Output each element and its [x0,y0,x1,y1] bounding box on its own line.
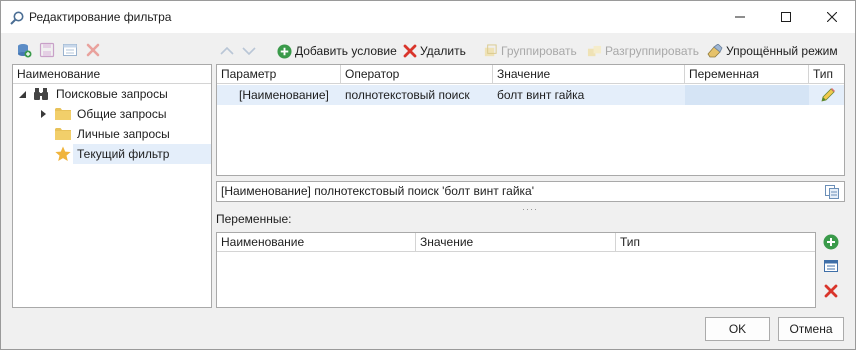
column-header-parameter[interactable]: Параметр [217,65,341,84]
column-header-operator[interactable]: Оператор [341,65,493,84]
delete-variable-button[interactable] [822,282,840,300]
tree-item-label: Личные запросы [77,127,170,141]
add-query-icon [18,44,32,58]
expression-field[interactable]: [Наименование] полнотекстовый поиск 'бол… [216,181,845,202]
column-header-name[interactable]: Наименование [217,233,416,252]
maximize-button[interactable] [763,1,809,33]
properties-icon [63,44,77,56]
add-variable-button[interactable] [822,233,840,251]
column-header-type[interactable]: Тип [809,65,844,84]
group-icon [484,43,497,56]
move-up-button[interactable] [220,41,234,61]
edit-variable-button[interactable] [822,257,840,275]
cell-variable[interactable] [685,85,809,105]
chevron-up-icon [220,46,234,55]
group-button[interactable]: Группировать [483,41,577,61]
add-query-button[interactable] [15,41,33,59]
minimize-icon [735,16,745,18]
delete-icon [824,284,838,298]
add-condition-label: Добавить условие [295,44,397,58]
star-icon [55,146,71,161]
title-bar: Редактирование фильтра [1,1,855,33]
close-icon [827,12,837,22]
minimize-button[interactable] [717,1,763,33]
pencil-icon[interactable] [820,87,836,103]
delete-icon [403,44,417,58]
cell-type[interactable] [809,85,844,105]
tree-item-personal-queries[interactable]: Личные запросы [13,124,211,144]
copy-icon[interactable] [824,184,840,200]
tree-item-label: Общие запросы [77,107,167,121]
ungroup-icon [587,45,602,56]
folder-icon [55,128,71,140]
filter-editor-window: Редактирование фильтра Наименование Поис… [0,0,856,350]
collapse-arrow-icon[interactable] [19,91,26,98]
query-tree: Наименование Поисковые запросы Общие зап… [12,64,212,308]
delete-condition-label: Удалить [420,44,466,58]
cell-parameter[interactable]: [Наименование] [235,85,341,105]
maximize-icon [781,12,791,22]
expression-text: [Наименование] полнотекстовый поиск 'бол… [221,184,534,198]
simple-mode-label: Упрощённый режим [726,44,838,58]
variables-label: Переменные: [216,212,292,226]
expand-arrow-icon[interactable] [41,110,46,118]
ungroup-label: Разгруппировать [605,44,700,58]
delete-query-button[interactable] [84,41,102,59]
tree-item-search-queries[interactable]: Поисковые запросы [13,84,211,104]
variables-grid: Наименование Значение Тип [216,232,816,308]
add-icon [823,234,839,250]
table-row[interactable]: [Наименование] полнотекстовый поиск болт… [217,85,844,105]
splitter-grip[interactable]: ···· [522,204,538,214]
column-header-type[interactable]: Тип [616,233,815,252]
chevron-down-icon [242,47,256,56]
add-condition-button[interactable]: Добавить условие [277,41,397,61]
column-header-value[interactable]: Значение [493,65,685,84]
ungroup-button[interactable]: Разгруппировать [587,41,699,61]
window-title: Редактирование фильтра [29,10,172,24]
column-header-variable[interactable]: Переменная [685,65,809,84]
delete-icon [86,43,100,57]
cancel-button[interactable]: Отмена [778,317,844,341]
add-icon [277,43,292,59]
column-header-value[interactable]: Значение [416,233,616,252]
grid-header: Наименование Значение Тип [217,233,815,252]
tree-item-label: Текущий фильтр [77,147,170,161]
delete-condition-button[interactable]: Удалить [403,41,466,61]
group-label: Группировать [501,44,577,58]
close-button[interactable] [809,1,855,33]
properties-icon [824,260,838,272]
tree-header: Наименование [13,65,211,84]
save-icon [39,42,55,58]
cell-value[interactable]: болт винт гайка [493,85,685,105]
simple-mode-button[interactable]: Упрощённый режим [707,41,838,61]
grid-header: Параметр Оператор Значение Переменная Ти… [217,65,844,84]
binoculars-icon [34,88,48,100]
tree-item-common-queries[interactable]: Общие запросы [13,104,211,124]
folder-icon [55,108,71,120]
conditions-grid: Параметр Оператор Значение Переменная Ти… [216,64,845,176]
move-down-button[interactable] [242,41,256,61]
search-icon [9,10,25,26]
properties-button[interactable] [61,41,79,59]
cell-operator[interactable]: полнотекстовый поиск [341,85,493,105]
tree-item-label: Поисковые запросы [56,87,168,101]
tree-item-current-filter-content: Текущий фильтр [13,144,211,164]
save-button[interactable] [38,41,56,59]
ok-button[interactable]: OK [705,317,770,341]
eraser-icon [707,44,723,58]
